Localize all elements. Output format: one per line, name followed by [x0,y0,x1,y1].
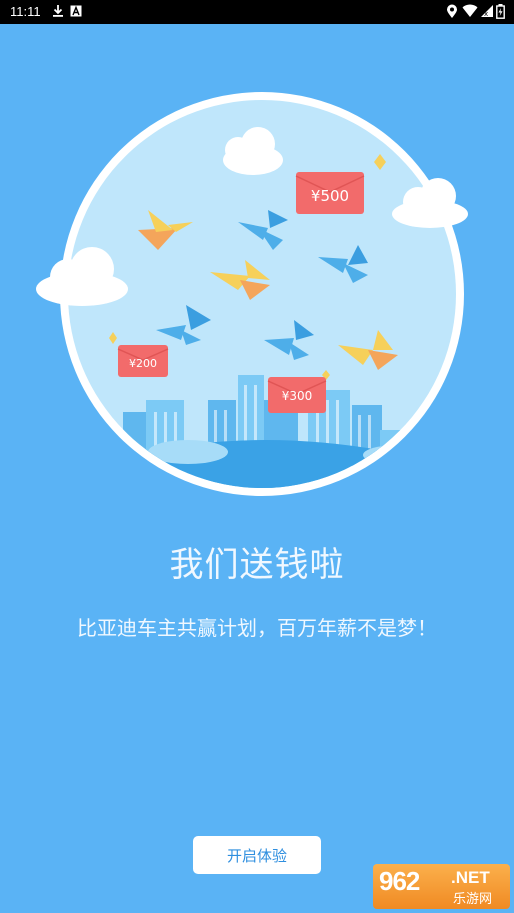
envelope-label-200: ¥200 [129,357,157,370]
bird-icon [238,210,288,250]
right-cloud-icon [390,176,470,234]
start-experience-button[interactable]: 开启体验 [193,836,321,874]
site-watermark: 962 .NET 乐游网 [373,864,510,909]
envelope-label-500: ¥500 [311,187,349,205]
bird-icon [138,210,193,250]
left-cloud-icon [34,245,130,311]
bird-icon [264,320,314,360]
bird-icon [338,330,398,370]
download-icon [52,4,64,22]
headline: 我们送钱啦 [169,545,345,585]
status-bar: 11:11 x [0,0,514,24]
status-time: 11:11 [10,4,41,19]
bird-icon [318,245,368,283]
battery-icon [496,4,505,23]
inner-cloud-icon [223,127,283,175]
watermark-site-name: 乐游网 [453,892,493,907]
subtitle: 比亚迪车主共赢计划，百万年薪不是梦！ [77,616,437,640]
wifi-icon [462,4,478,22]
sparkle-icon [109,332,117,344]
watermark-logo: 962 [379,866,420,896]
a-notification-icon [70,4,82,22]
svg-text:x: x [484,10,488,18]
bird-icon [156,305,211,345]
signal-icon: x [480,4,494,22]
sparkle-icon [374,154,386,170]
location-icon [446,4,458,23]
bird-icon [210,260,270,300]
envelope-label-300: ¥300 [282,389,313,403]
watermark-net: .NET [451,868,490,887]
